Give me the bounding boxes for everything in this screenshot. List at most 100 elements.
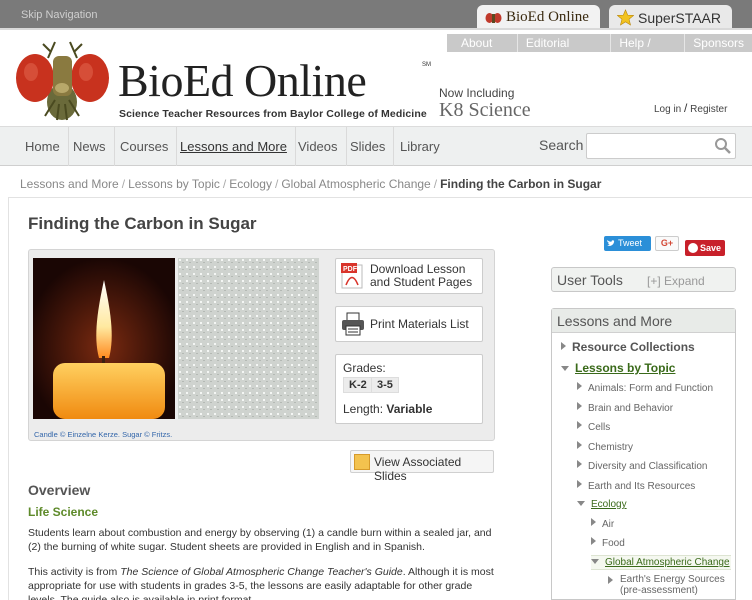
sidebar-item-label: Earth and Its Resources [588, 481, 696, 492]
now-including-label: Now Including [439, 86, 515, 100]
sidebar-subtopic-air[interactable]: Air [591, 518, 614, 530]
sidebar-item-label: Lessons by Topic [575, 361, 676, 375]
sponsors-link[interactable]: Sponsors [684, 34, 752, 52]
breadcrumb-lessons-by-topic[interactable]: Lessons by Topic [128, 177, 220, 191]
nav-slides[interactable]: Slides [342, 127, 395, 166]
nav-courses[interactable]: Courses [112, 127, 178, 166]
length-label: Length: [343, 402, 384, 416]
sidebar-item-label: Cells [588, 422, 611, 433]
overview-paragraph-2: This activity is from The Science of Glo… [28, 565, 498, 600]
breadcrumb-separator: / [121, 177, 126, 191]
sidebar-subtopic-food[interactable]: Food [591, 537, 625, 549]
tweet-label: Tweet [618, 238, 643, 248]
breadcrumb-separator: / [222, 177, 227, 191]
download-label-line2: and Student Pages [370, 275, 473, 289]
nav-lessons-and-more[interactable]: Lessons and More [172, 127, 296, 166]
expand-arrow-icon [577, 402, 582, 410]
collapse-arrow-icon [561, 366, 569, 371]
login-separator: / [684, 101, 688, 115]
overview-heading: Overview [28, 482, 91, 498]
save-label: Save [700, 243, 722, 253]
view-slides-button[interactable]: View Associated Slides [350, 450, 494, 483]
expand-arrow-icon [591, 518, 596, 526]
lessons-and-more-panel: Lessons and More Resource Collections Le… [551, 308, 736, 600]
sidebar-topic-cells[interactable]: Cells [577, 421, 610, 433]
nav-news[interactable]: News [65, 127, 115, 166]
sidebar-item-label: Resource Collections [572, 340, 695, 354]
image-credit: Candle © Einzelne Kerze. Sugar © Fritzs. [34, 430, 173, 439]
login-link[interactable]: Log in [654, 104, 681, 115]
k8-science-logo[interactable]: K8 Science [439, 99, 531, 122]
site-logo[interactable]: BioEd Online [118, 56, 367, 106]
breadcrumb-separator: / [433, 177, 438, 191]
user-tools-panel[interactable]: User Tools [+] Expand [551, 267, 736, 292]
sidebar-subtopic-gac[interactable]: Global Atmospheric Change [591, 555, 731, 570]
sidebar-item-label: Earth's Energy Sources (pre-assessment) [620, 574, 725, 596]
breadcrumb-lessons-and-more[interactable]: Lessons and More [20, 177, 119, 191]
sidebar-item-label: Animals: Form and Function [588, 383, 714, 394]
user-tools-label: User Tools [557, 272, 623, 288]
overview-paragraph: Students learn about combustion and ener… [28, 527, 492, 553]
pinterest-save-button[interactable]: Save [685, 240, 725, 256]
download-lesson-button[interactable]: PDF Download Lesson and Student Pages [335, 258, 483, 294]
candle-image [33, 258, 175, 419]
svg-text:PDF: PDF [343, 266, 358, 273]
page-title: Finding the Carbon in Sugar [28, 214, 257, 233]
overview-subheading: Life Science [28, 505, 99, 519]
expand-arrow-icon [561, 342, 566, 350]
download-label: Download Lesson and Student Pages [370, 263, 472, 289]
search-label: Search [539, 137, 584, 153]
guide-title: The Science of Global Atmospheric Change… [120, 566, 403, 578]
sidebar-item-label: Air [602, 519, 615, 530]
length-info: Length: Variable [343, 402, 432, 416]
nav-home[interactable]: Home [17, 127, 69, 166]
expand-arrow-icon [577, 441, 582, 449]
help-faq-link[interactable]: Help / FAQ [610, 34, 684, 64]
sidebar-topic-animals[interactable]: Animals: Form and Function [577, 382, 713, 394]
tab-superstaar[interactable]: SuperSTAAR [609, 5, 732, 30]
register-link[interactable]: Register [690, 104, 727, 115]
grade-badge: 3-5 [371, 377, 399, 393]
collapse-arrow-icon [591, 559, 599, 564]
fly-logo-icon[interactable] [15, 40, 110, 122]
login-register: Log in / Register [654, 101, 727, 115]
length-value: Variable [386, 402, 433, 416]
sidebar-item-lessons-by-topic[interactable]: Lessons by Topic [561, 361, 675, 375]
nav-library[interactable]: Library [392, 127, 448, 166]
search-icon[interactable] [714, 137, 732, 155]
download-label-line1: Download Lesson [370, 262, 466, 276]
print-materials-button[interactable]: Print Materials List [335, 306, 483, 342]
sugar-image [178, 258, 319, 419]
expand-arrow-icon [577, 382, 582, 390]
sidebar-topic-chemistry[interactable]: Chemistry [577, 441, 633, 453]
sidebar-item-resource-collections[interactable]: Resource Collections [561, 340, 695, 354]
editorial-board-link[interactable]: Editorial Board [516, 34, 610, 64]
expand-arrow-icon [577, 460, 582, 468]
google-plus-button[interactable]: G+ [655, 236, 679, 251]
tweet-button[interactable]: Tweet [604, 236, 651, 251]
sidebar-item-label: Chemistry [588, 442, 634, 453]
breadcrumb-global-atmospheric-change[interactable]: Global Atmospheric Change [281, 177, 430, 191]
service-mark: SM [422, 62, 431, 68]
sidebar-item-label: Diversity and Classification [588, 461, 708, 472]
sidebar-topic-diversity[interactable]: Diversity and Classification [577, 460, 708, 472]
sidebar-lesson-earths-energy[interactable]: Earth's Energy Sources (pre-assessment) [608, 574, 733, 596]
lessons-and-more-label: Lessons and More [557, 313, 673, 329]
about-us-link[interactable]: About Us [447, 34, 517, 64]
breadcrumb-ecology[interactable]: Ecology [229, 177, 272, 191]
sidebar-topic-brain[interactable]: Brain and Behavior [577, 402, 673, 414]
tab-bioed-online[interactable]: BioEd Online [477, 5, 600, 30]
nav-videos[interactable]: Videos [290, 127, 347, 166]
skip-navigation-link[interactable]: Skip Navigation [21, 9, 97, 21]
breadcrumb: Lessons and More / Lessons by Topic / Ecolog… [20, 177, 601, 191]
expand-arrow-icon [577, 480, 582, 488]
sidebar-topic-ecology[interactable]: Ecology [577, 499, 627, 510]
lessons-and-more-header: Lessons and More [552, 309, 735, 333]
sidebar-topic-earth[interactable]: Earth and Its Resources [577, 480, 695, 492]
sidebar-item-label: Brain and Behavior [588, 403, 674, 414]
twitter-icon [607, 240, 616, 246]
expand-arrow-icon [577, 421, 582, 429]
expand-toggle[interactable]: [+] Expand [647, 274, 705, 288]
breadcrumb-separator: / [274, 177, 279, 191]
tab-superstaar-label: SuperSTAAR [638, 9, 721, 26]
